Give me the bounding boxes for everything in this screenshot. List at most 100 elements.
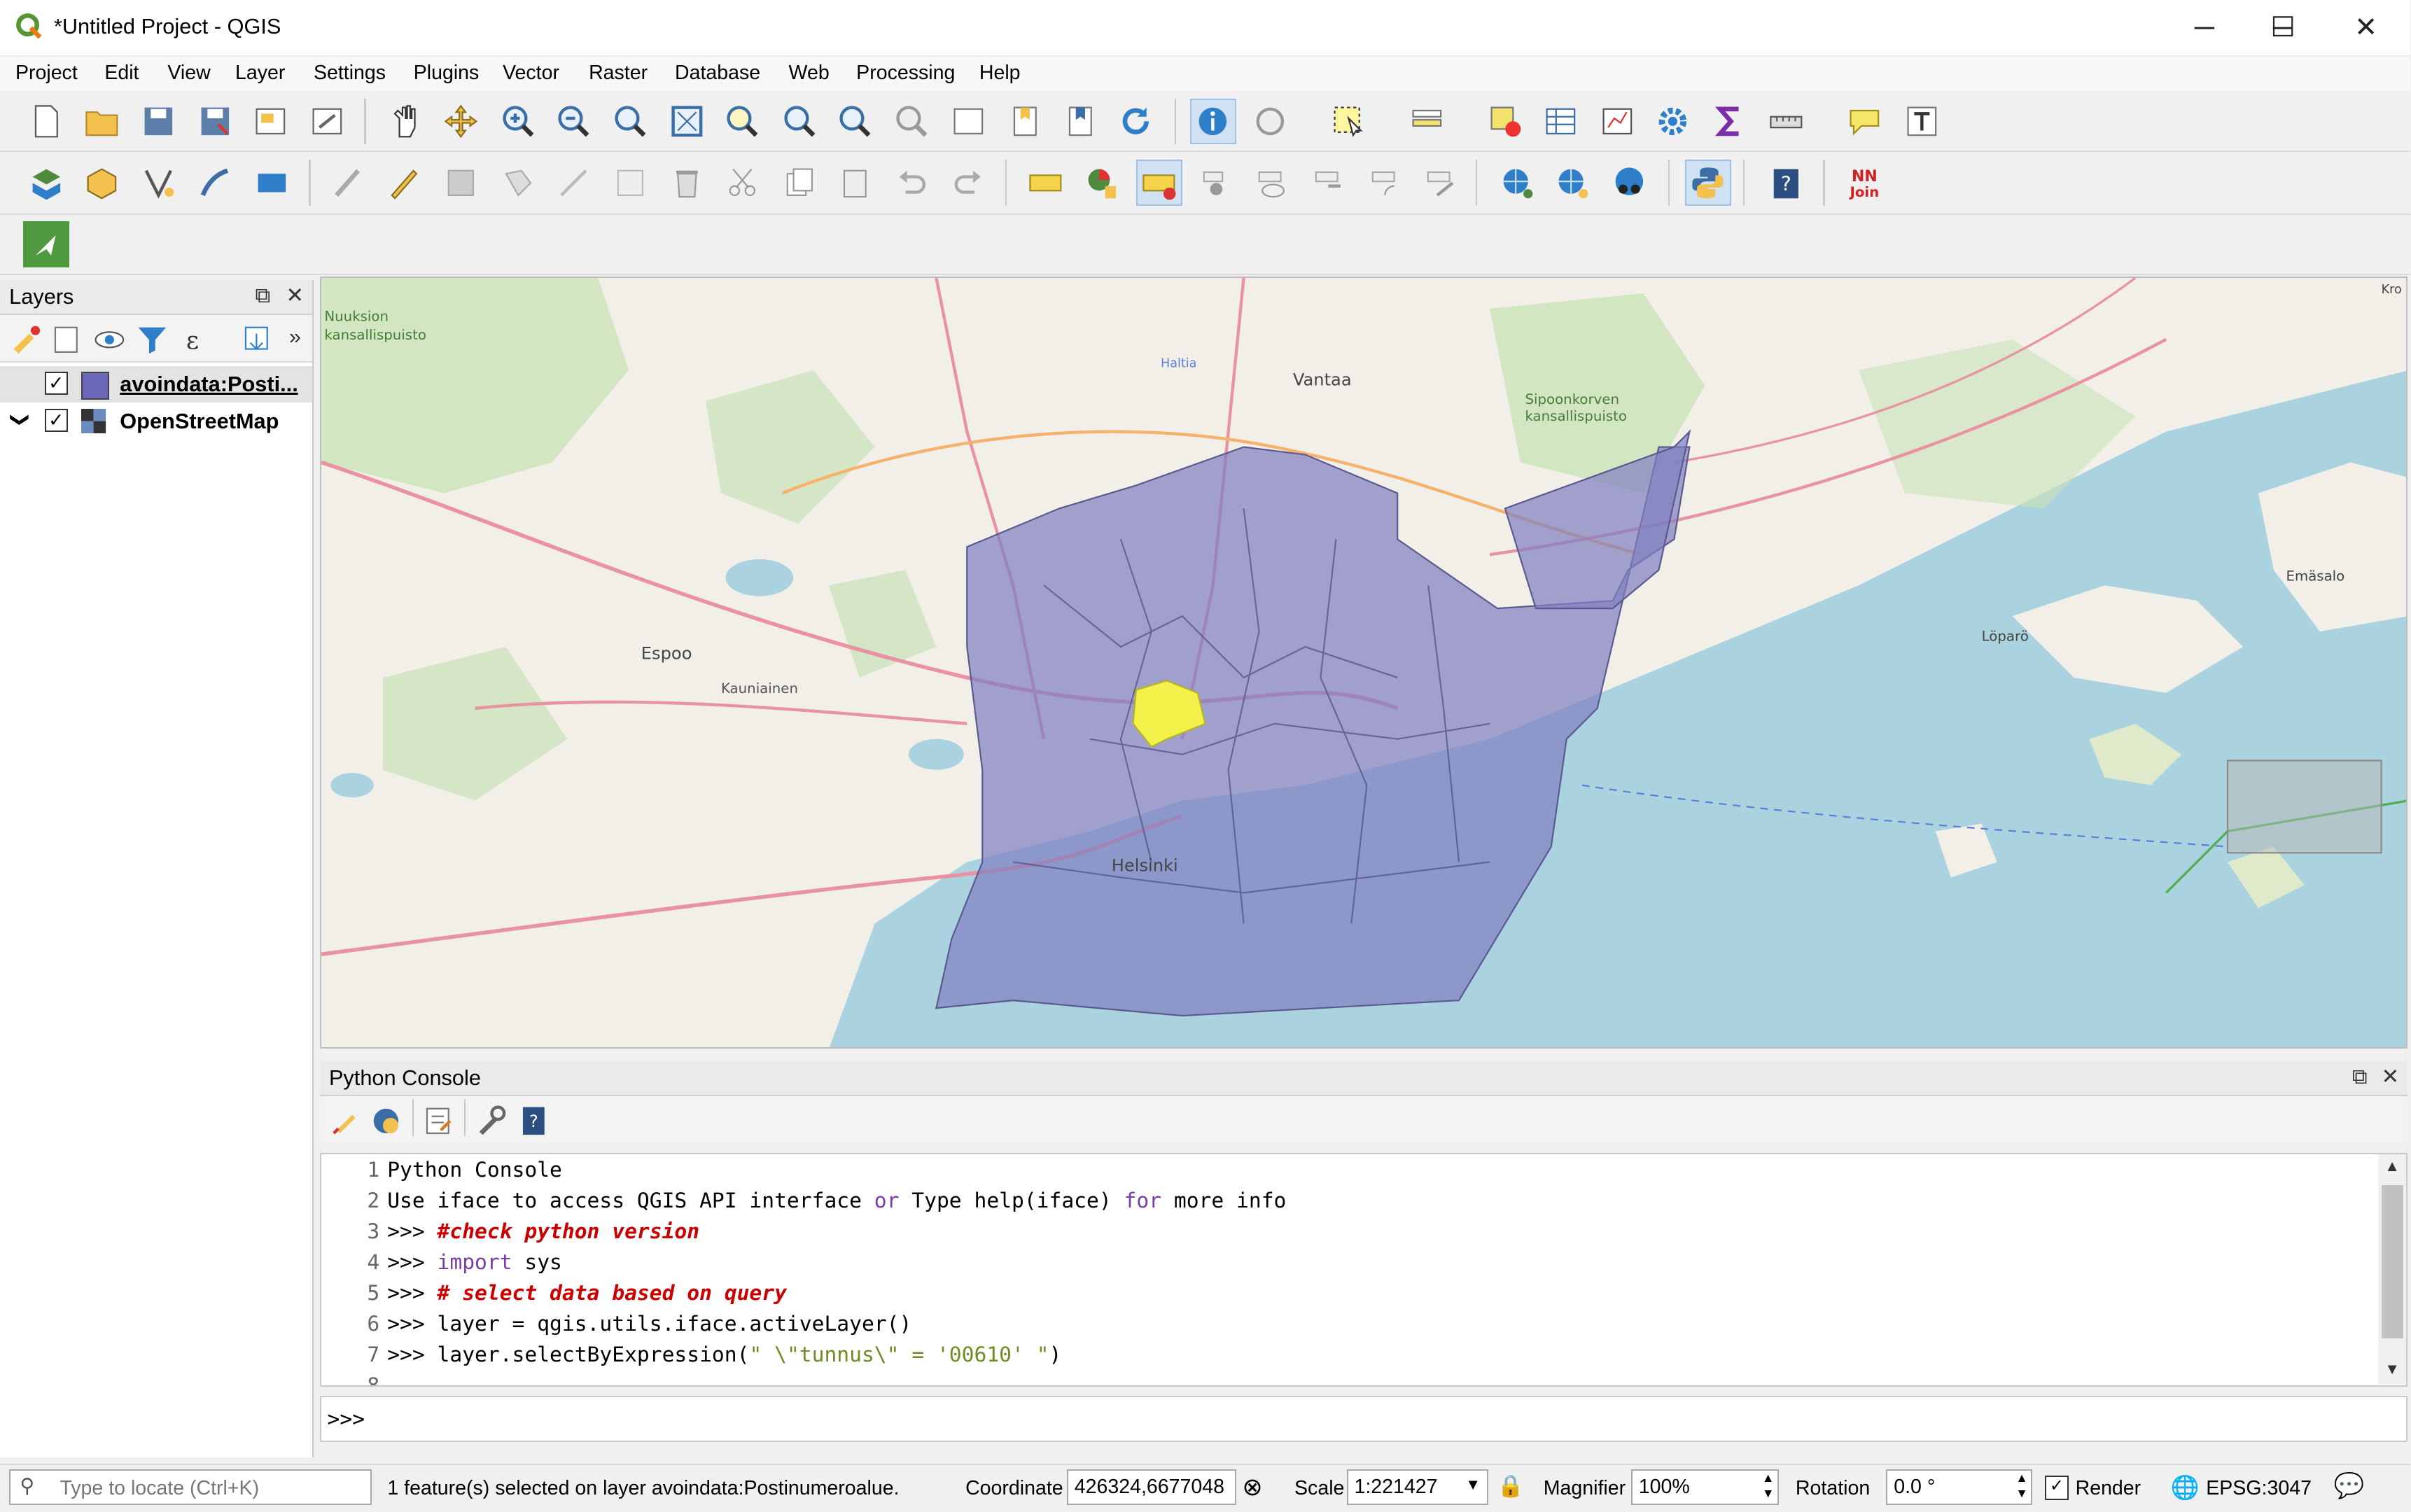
new-map-view-icon[interactable] (946, 99, 992, 145)
console-output[interactable]: 1 Python Console 2 Use iface to access QGIS… (319, 1152, 2407, 1387)
toolbox-gear-icon[interactable] (1649, 99, 1696, 145)
add-wms-layer-icon[interactable] (1495, 160, 1541, 206)
run-feature-action-icon[interactable] (1247, 99, 1293, 145)
zoom-to-layer-icon[interactable] (776, 99, 823, 145)
scroll-up-icon[interactable]: ▲ (2384, 1157, 2400, 1175)
map-rendering[interactable]: Vantaa Espoo Helsinki Kauniainen Nuuksio… (321, 278, 2407, 1048)
paste-features-icon[interactable] (832, 160, 878, 206)
toggle-extents-icon[interactable]: ⊗ (1242, 1473, 1262, 1502)
highlight-pinned-labels-icon[interactable] (1135, 160, 1182, 206)
pan-map-icon[interactable] (383, 99, 429, 145)
add-wfs-layer-icon[interactable] (1550, 160, 1596, 206)
maximize-button[interactable]: ☐ (2248, 6, 2319, 49)
new-bookmark-icon[interactable] (1002, 99, 1049, 145)
filter-legend-icon[interactable] (129, 316, 175, 363)
settings-wrench-icon[interactable] (468, 1098, 514, 1144)
expand-all-icon[interactable] (234, 316, 280, 363)
minimize-button[interactable]: ─ (2169, 6, 2240, 49)
close-panel-icon[interactable]: ✕ (2382, 1064, 2400, 1089)
coordinate-field[interactable]: 426324,6677048 (1067, 1469, 1236, 1505)
undo-icon[interactable] (888, 160, 935, 206)
zoom-to-selection-icon[interactable] (720, 99, 766, 145)
clear-console-icon[interactable] (323, 1098, 369, 1144)
new-geopackage-icon[interactable] (78, 160, 125, 206)
delete-selected-icon[interactable] (664, 160, 711, 206)
metasearch-icon[interactable] (1607, 160, 1653, 206)
menu-raster[interactable]: Raster (589, 62, 648, 85)
new-virtual-layer-icon[interactable] (249, 160, 295, 206)
scale-select[interactable]: 1:221427 ▼ (1346, 1469, 1488, 1505)
crs-globe-icon[interactable]: 🌐 (2171, 1474, 2200, 1502)
manage-visibility-icon[interactable] (86, 316, 132, 363)
refresh-icon[interactable] (1113, 99, 1159, 145)
open-project-icon[interactable] (78, 99, 125, 145)
menu-settings[interactable]: Settings (314, 62, 386, 85)
crs-label[interactable]: EPSG:3047 (2206, 1477, 2312, 1500)
scroll-down-icon[interactable]: ▼ (2384, 1360, 2400, 1378)
magnifier-spinbox[interactable]: 100% ▲ ▼ (1630, 1469, 1779, 1505)
attribute-table-icon[interactable] (1537, 99, 1584, 145)
text-annotation-icon[interactable] (1899, 99, 1945, 145)
pan-to-selection-icon[interactable] (438, 99, 484, 145)
layer-row-openstreetmap[interactable]: ❯ ✓ OpenStreetMap (0, 402, 312, 440)
float-panel-icon[interactable]: ⧉ (2352, 1064, 2368, 1090)
locator-input[interactable]: ⚲ Type to locate (Ctrl+K) (9, 1469, 372, 1505)
measure-line-icon[interactable] (1763, 99, 1810, 145)
plugin-triangle-icon[interactable] (22, 221, 69, 268)
close-panel-icon[interactable]: ✕ (286, 283, 304, 308)
data-source-manager-icon[interactable] (23, 160, 69, 206)
nn-join-plugin-icon[interactable]: NN Join (1842, 160, 1888, 206)
render-checkbox[interactable]: ✓ (2044, 1475, 2069, 1500)
menu-edit[interactable]: Edit (104, 62, 139, 85)
sum-icon[interactable] (1707, 99, 1753, 145)
vertex-tool-icon[interactable] (550, 160, 596, 206)
console-help-icon[interactable]: ? (510, 1098, 557, 1144)
scroll-thumb[interactable] (2381, 1184, 2403, 1339)
menu-view[interactable]: View (167, 62, 210, 85)
save-as-icon[interactable] (193, 99, 239, 145)
save-project-icon[interactable] (135, 99, 181, 145)
redo-icon[interactable] (946, 160, 992, 206)
new-print-layout-icon[interactable] (248, 99, 294, 145)
style-manager-icon[interactable] (3, 316, 49, 363)
menu-web[interactable]: Web (789, 62, 830, 85)
menu-layer[interactable]: Layer (235, 62, 285, 85)
zoom-in-icon[interactable] (495, 99, 541, 145)
rotate-label-icon[interactable] (1362, 160, 1409, 206)
lock-scale-icon[interactable]: 🔒 (1497, 1473, 1524, 1499)
identify-features-icon[interactable] (1189, 98, 1236, 145)
layer-visibility-checkbox[interactable]: ✓ (44, 372, 68, 396)
rotation-spinbox[interactable]: 0.0 ° ▲ ▼ (1886, 1469, 2033, 1505)
expand-chevron-icon[interactable]: ❯ (9, 412, 31, 428)
menu-help[interactable]: Help (979, 62, 1021, 85)
new-spatialite-icon[interactable] (193, 160, 239, 206)
more-tools-icon[interactable]: » (289, 324, 301, 349)
new-shapefile-icon[interactable] (135, 160, 181, 206)
map-canvas[interactable]: Vantaa Espoo Helsinki Kauniainen Nuuksio… (319, 276, 2407, 1049)
console-scrollbar[interactable]: ▲ ▼ (2378, 1154, 2406, 1385)
change-label-icon[interactable] (1418, 160, 1464, 206)
copy-features-icon[interactable] (776, 160, 823, 206)
add-polygon-feature-icon[interactable] (495, 160, 541, 206)
layout-manager-icon[interactable] (305, 99, 351, 145)
menu-plugins[interactable]: Plugins (414, 62, 480, 85)
help-icon[interactable]: ? (1763, 160, 1810, 206)
run-command-icon[interactable] (363, 1098, 409, 1144)
show-editor-icon[interactable] (415, 1098, 461, 1144)
statistical-summary-icon[interactable] (1594, 99, 1640, 145)
filter-by-expression-icon[interactable]: ε (172, 316, 218, 363)
cut-features-icon[interactable] (720, 160, 766, 206)
zoom-next-icon[interactable] (888, 99, 935, 145)
show-bookmarks-icon[interactable] (1058, 99, 1104, 145)
menu-processing[interactable]: Processing (856, 62, 955, 85)
layer-visibility-checkbox[interactable]: ✓ (44, 409, 68, 433)
spin-arrows-icon[interactable]: ▲ ▼ (1762, 1471, 1774, 1502)
messages-icon[interactable]: 💬 (2334, 1471, 2365, 1500)
close-button[interactable]: ✕ (2330, 6, 2401, 49)
select-features-icon[interactable] (1325, 99, 1371, 145)
pin-labels-icon[interactable] (1193, 160, 1239, 206)
menu-project[interactable]: Project (15, 62, 78, 85)
select-by-value-icon[interactable] (1404, 99, 1450, 145)
modify-attributes-icon[interactable] (607, 160, 653, 206)
move-label-icon[interactable] (1305, 160, 1351, 206)
